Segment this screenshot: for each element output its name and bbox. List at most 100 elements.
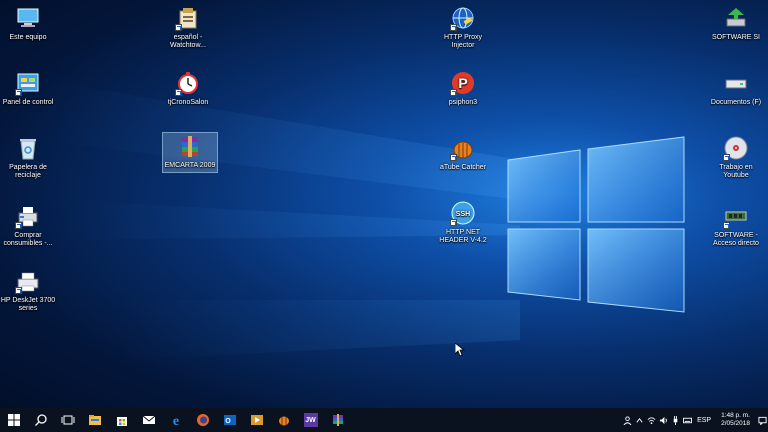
volume-icon bbox=[659, 416, 667, 424]
desktop-icon-label: SOFTWARE SI bbox=[712, 34, 760, 41]
svg-text:P: P bbox=[458, 75, 467, 91]
search-icon bbox=[34, 414, 47, 426]
taskbar-winrar[interactable] bbox=[324, 408, 351, 432]
printer-icon bbox=[15, 268, 41, 294]
desktop-icon-papelera[interactable]: Papelera de reciclaje bbox=[0, 135, 56, 180]
shortcut-arrow-icon bbox=[15, 287, 22, 294]
drive-icon bbox=[723, 70, 749, 96]
shortcut-arrow-icon bbox=[175, 89, 182, 96]
taskbar-media-player[interactable] bbox=[243, 408, 270, 432]
shortcut-arrow-icon bbox=[450, 24, 457, 31]
desktop-icon-este-equipo[interactable]: Este equipo bbox=[0, 5, 56, 42]
desktop-icon-software-acceso-directo[interactable]: SOFTWARE - Acceso directo bbox=[708, 203, 764, 248]
watchtower-library-icon bbox=[175, 5, 201, 31]
outlook-icon: O bbox=[223, 415, 236, 425]
globe-injector-icon bbox=[450, 5, 476, 31]
tray-power-button[interactable] bbox=[669, 408, 681, 432]
desktop-icon-label: Comprar consumibles -... bbox=[3, 232, 53, 247]
clock-date: 2/05/2018 bbox=[721, 420, 750, 427]
jw-icon: JW bbox=[303, 413, 318, 427]
taskbar-clock[interactable]: 1:48 p. m. 2/05/2018 bbox=[715, 412, 756, 428]
task-view-button[interactable] bbox=[54, 408, 81, 432]
shortcut-arrow-icon bbox=[450, 219, 457, 226]
firefox-icon bbox=[196, 414, 209, 426]
language-indicator[interactable]: ESP bbox=[693, 417, 715, 424]
tray-show-hidden-button[interactable] bbox=[633, 408, 645, 432]
tray-network-button[interactable] bbox=[645, 408, 657, 432]
desktop-icon-emcarta[interactable]: EMCARTA 2009 bbox=[162, 132, 218, 173]
atube-taskbar-icon bbox=[278, 416, 289, 426]
people-icon bbox=[623, 415, 632, 425]
desktop-icon-label: HP DeskJet 3700 series bbox=[0, 297, 56, 312]
tray-volume-button[interactable] bbox=[657, 408, 669, 432]
desktop-icon-label: HTTP NET HEADER V-4.2 bbox=[439, 229, 487, 244]
stopwatch-icon bbox=[175, 70, 201, 96]
network-icon bbox=[647, 416, 655, 424]
svg-text:SSH: SSH bbox=[456, 211, 470, 218]
desktop-icon-psiphon3[interactable]: P psiphon3 bbox=[435, 70, 491, 107]
recycle-bin-icon bbox=[15, 135, 41, 161]
desktop-icon-hp-deskjet[interactable]: HP DeskJet 3700 series bbox=[0, 268, 56, 313]
tray-keyboard-button[interactable] bbox=[681, 408, 693, 432]
desktop-icon-label: Panel de control bbox=[2, 99, 54, 106]
notification-icon bbox=[757, 416, 767, 425]
search-button[interactable] bbox=[27, 408, 54, 432]
atube-catcher-icon bbox=[450, 135, 476, 161]
taskbar-outlook[interactable]: O bbox=[216, 408, 243, 432]
winrar-taskbar-icon bbox=[332, 414, 343, 426]
taskbar-jw[interactable]: JW bbox=[297, 408, 324, 432]
shortcut-arrow-icon bbox=[450, 89, 457, 96]
mouse-cursor-icon bbox=[455, 343, 465, 357]
desktop-icon-label: Este equipo bbox=[9, 34, 47, 41]
desktop-icon-comprar-consumibles[interactable]: Comprar consumibles -... bbox=[0, 203, 56, 248]
shortcut-arrow-icon bbox=[723, 154, 730, 161]
keyboard-icon bbox=[682, 417, 692, 423]
shortcut-arrow-icon bbox=[450, 154, 457, 161]
computer-icon bbox=[15, 5, 41, 31]
desktop-icon-label: psiphon3 bbox=[448, 99, 478, 106]
desktop-icon-trabajo-youtube[interactable]: Trabajo en Youtube bbox=[708, 135, 764, 180]
memory-chip-icon bbox=[723, 203, 749, 229]
svg-text:e: e bbox=[172, 414, 178, 427]
language-label: ESP bbox=[697, 416, 712, 424]
shortcut-arrow-icon bbox=[15, 89, 22, 96]
desktop-icon-label: EMCARTA 2009 bbox=[164, 162, 216, 169]
media-player-icon bbox=[250, 415, 263, 425]
wallpaper-windows-logo bbox=[40, 80, 685, 360]
printer-supplies-icon bbox=[15, 203, 41, 229]
desktop-icon-http-proxy-injector[interactable]: HTTP Proxy Injector bbox=[435, 5, 491, 50]
taskbar-firefox[interactable] bbox=[189, 408, 216, 432]
action-center-button[interactable] bbox=[756, 408, 768, 432]
ssh-globe-icon: SSH bbox=[450, 200, 476, 226]
desktop-icon-label: Papelera de reciclaje bbox=[9, 164, 47, 179]
disc-folder-icon bbox=[723, 135, 749, 161]
jw-label: JW bbox=[305, 416, 316, 424]
clock-time: 1:48 p. m. bbox=[721, 412, 750, 419]
desktop-icon-documentos-f[interactable]: Documentos (F) bbox=[708, 70, 764, 107]
start-button[interactable] bbox=[0, 408, 27, 432]
control-panel-icon bbox=[15, 70, 41, 96]
desktop-icon-tjcronosalon[interactable]: tjCronoSalon bbox=[160, 70, 216, 107]
desktop-icon-label: tjCronoSalon bbox=[167, 99, 209, 106]
taskbar-atube[interactable] bbox=[270, 408, 297, 432]
psiphon-icon: P bbox=[450, 70, 476, 96]
tray-people-button[interactable] bbox=[621, 408, 633, 432]
desktop-icon-label: aTube Catcher bbox=[439, 164, 487, 171]
winrar-archive-icon bbox=[177, 133, 203, 159]
edge-icon: e bbox=[172, 414, 178, 427]
mail-icon bbox=[142, 415, 155, 424]
desktop-icon-label: español - Watchtow... bbox=[170, 34, 206, 49]
desktop-icon-atube-catcher[interactable]: aTube Catcher bbox=[435, 135, 491, 172]
taskbar-edge[interactable]: e bbox=[162, 408, 189, 432]
desktop-icon-panel-de-control[interactable]: Panel de control bbox=[0, 70, 56, 107]
taskbar-mail[interactable] bbox=[135, 408, 162, 432]
power-plug-icon bbox=[673, 415, 677, 425]
desktop-icon-espanol-watchtower[interactable]: español - Watchtow... bbox=[160, 5, 216, 50]
desktop-icon-software-si[interactable]: SOFTWARE SI bbox=[708, 5, 764, 42]
desktop-icon-http-net-header[interactable]: SSH HTTP NET HEADER V-4.2 bbox=[435, 200, 491, 245]
desktop-icon-label: SOFTWARE - Acceso directo bbox=[713, 232, 759, 247]
taskbar-store[interactable] bbox=[108, 408, 135, 432]
task-view-icon bbox=[61, 415, 74, 425]
store-icon bbox=[116, 417, 127, 426]
taskbar-file-explorer[interactable] bbox=[81, 408, 108, 432]
